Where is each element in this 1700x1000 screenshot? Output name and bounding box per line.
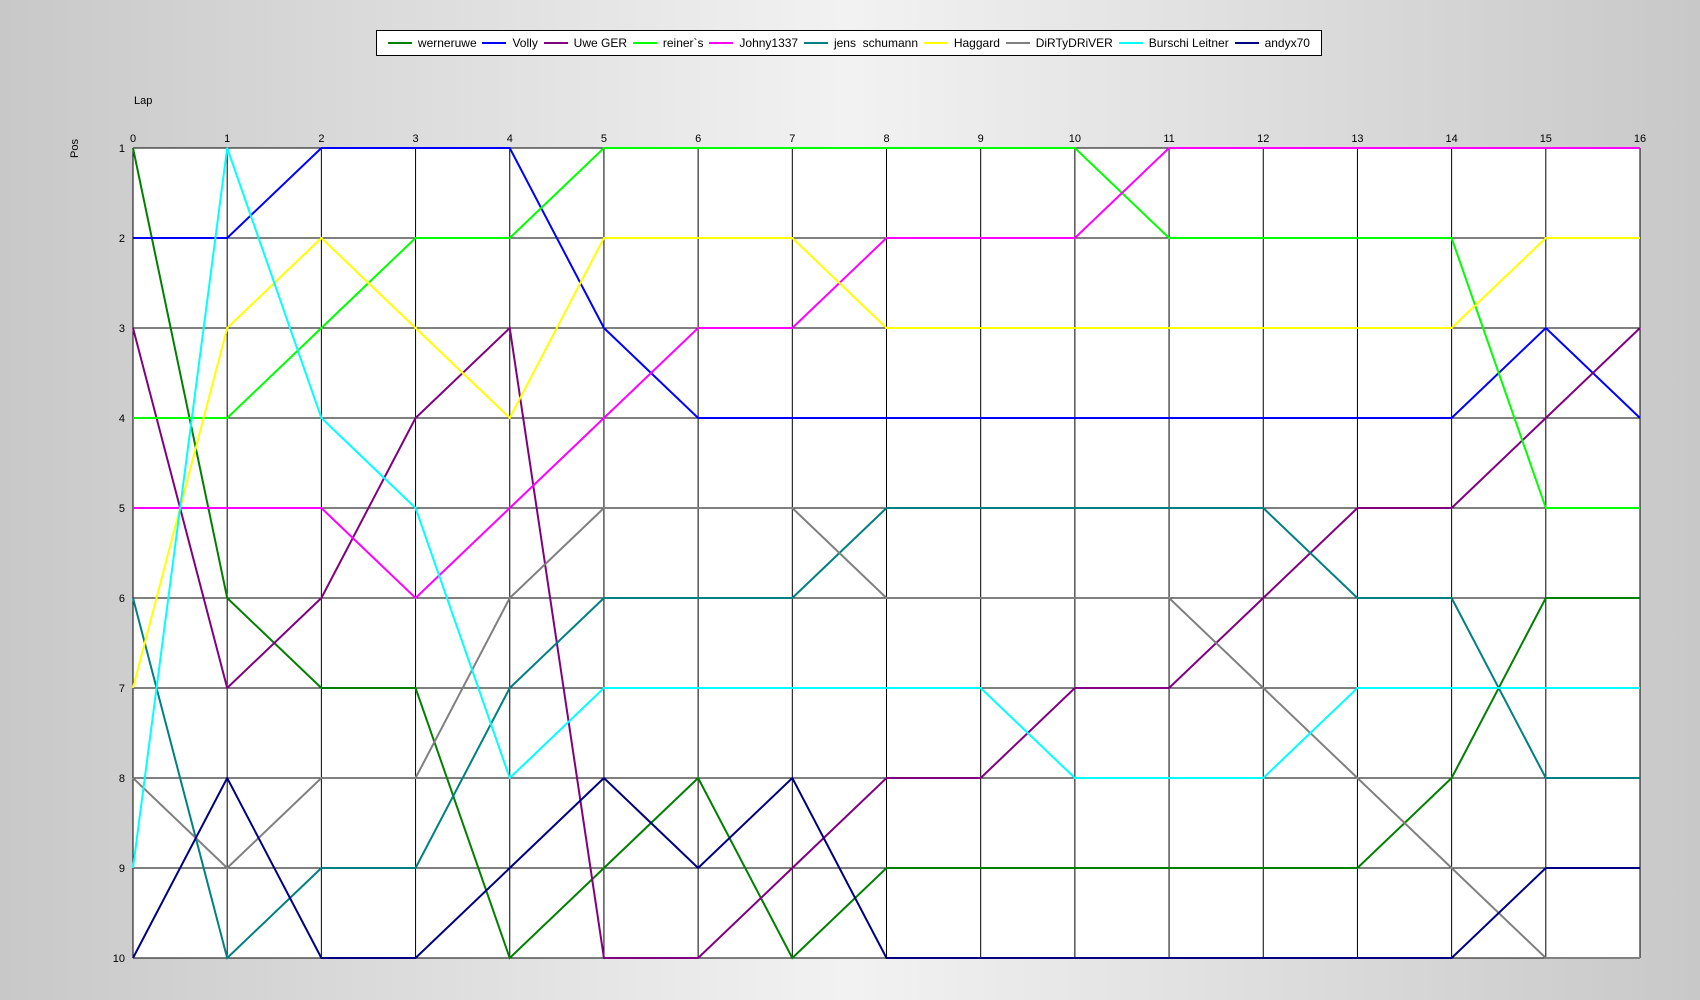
plot-area: Lap Pos 0 1 2 3 4 5 6 7 8 9 10 11 12 13 14 15 1612345678… xyxy=(69,95,1646,965)
x-tick-label: 2 xyxy=(318,133,324,145)
x-tick-label: 14 xyxy=(1446,133,1458,145)
x-tick-label: 3 xyxy=(413,133,419,145)
x-tick-label: 10 xyxy=(1069,133,1081,145)
x-tick-label: 12 xyxy=(1257,133,1269,145)
y-tick-label: 8 xyxy=(119,773,125,785)
y-tick-label: 4 xyxy=(119,413,125,425)
y-tick-label: 9 xyxy=(119,863,125,875)
x-tick-label: 9 xyxy=(978,133,984,145)
y-tick-label: 6 xyxy=(119,593,125,605)
y-tick-label: 7 xyxy=(119,683,125,695)
y-axis-label: Pos xyxy=(69,139,81,158)
y-tick-label: 1 xyxy=(119,143,125,155)
y-tick-label: 5 xyxy=(119,503,125,515)
x-tick-label: 6 xyxy=(695,133,701,145)
x-tick-label: 5 xyxy=(601,133,607,145)
x-tick-label: 8 xyxy=(883,133,889,145)
x-tick-label: 0 xyxy=(130,133,136,145)
y-tick-label: 10 xyxy=(113,953,125,965)
y-tick-label: 3 xyxy=(119,323,125,335)
race-position-chart: werneruwe Volly Uwe GER reiner`s Johny1337 je… xyxy=(0,0,1700,1000)
x-tick-label: 1 xyxy=(224,133,230,145)
x-tick-label: 7 xyxy=(789,133,795,145)
y-tick-label: 2 xyxy=(119,233,125,245)
x-axis-label: Lap xyxy=(134,95,152,107)
x-tick-label: 11 xyxy=(1163,133,1174,145)
x-tick-label: 13 xyxy=(1351,133,1363,145)
x-tick-label: 15 xyxy=(1540,133,1552,145)
x-tick-label: 16 xyxy=(1634,133,1646,145)
x-tick-label: 4 xyxy=(507,133,513,145)
